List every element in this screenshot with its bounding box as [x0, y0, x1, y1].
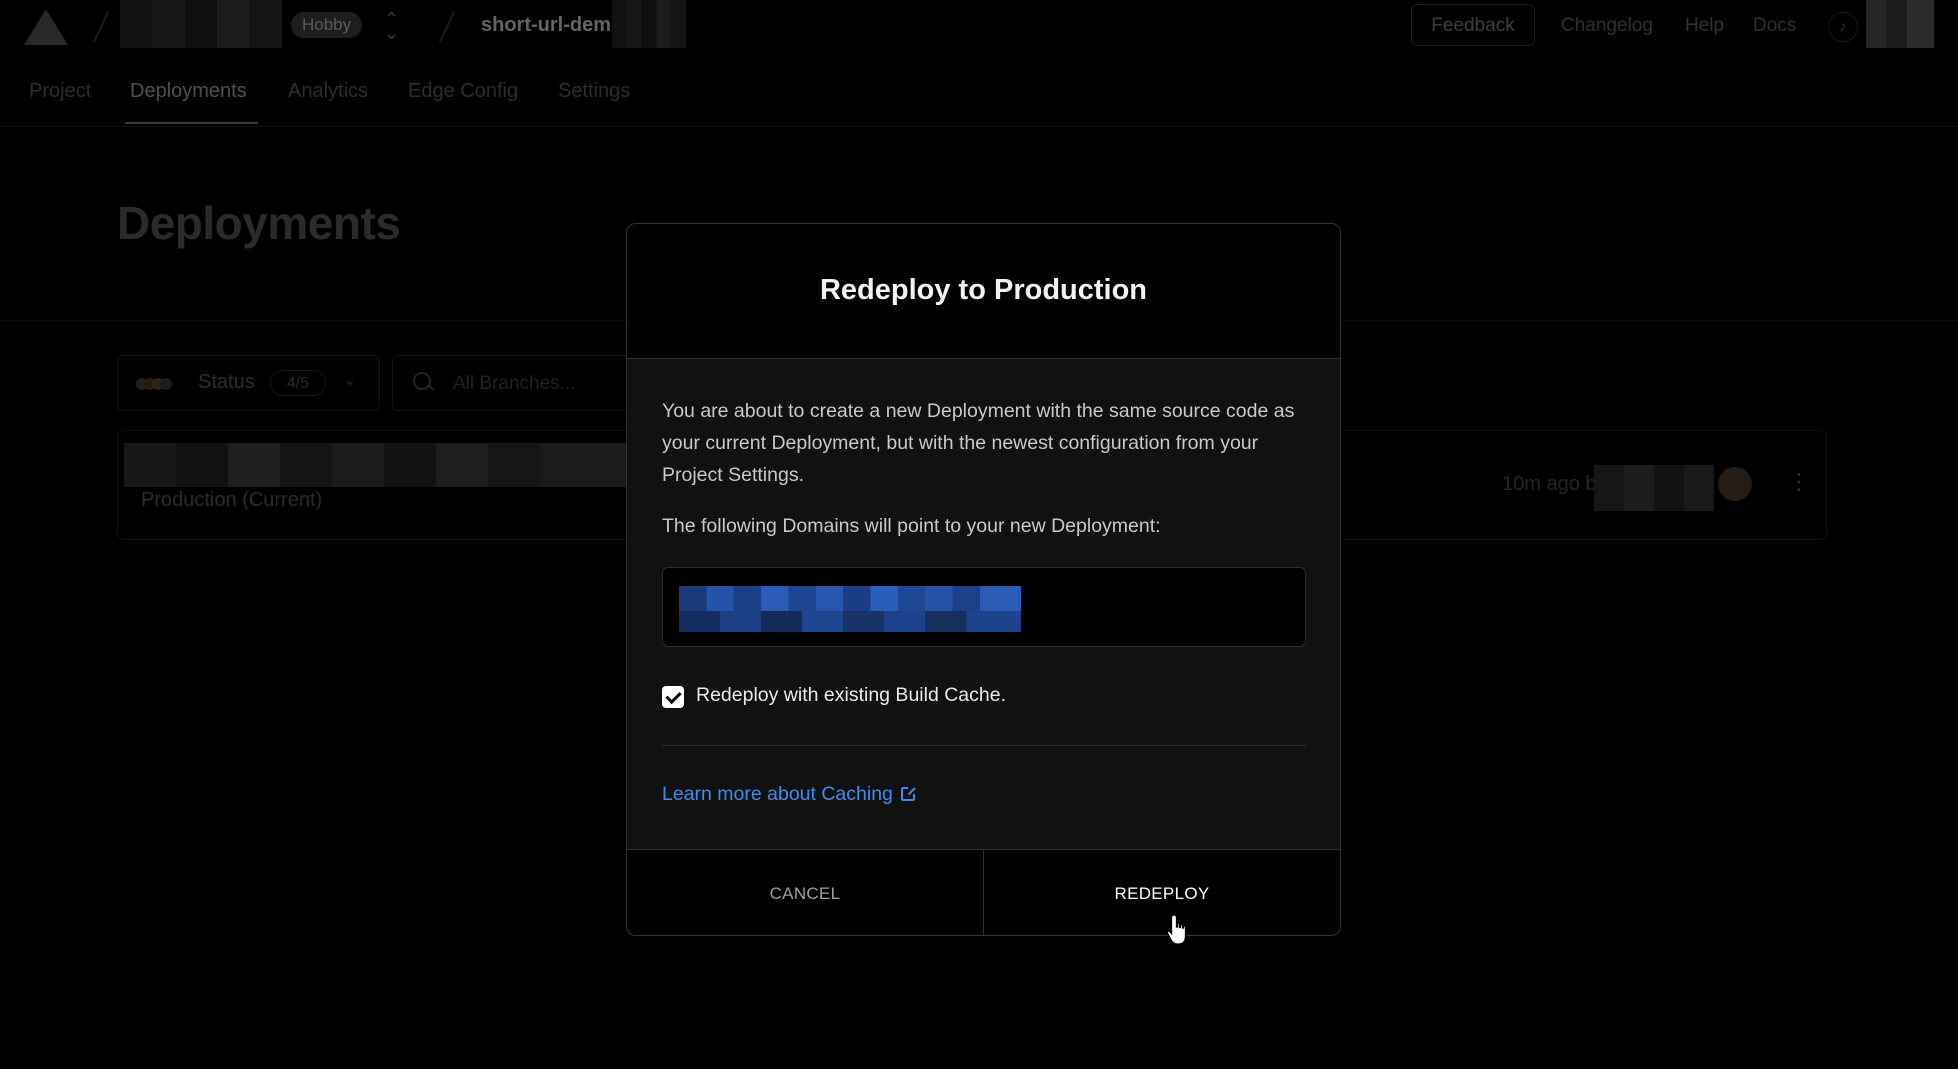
external-link-icon — [900, 785, 917, 801]
build-cache-checkbox[interactable] — [662, 686, 684, 708]
dialog-title: Redeploy to Production — [819, 274, 1148, 306]
domain-list — [662, 567, 1306, 647]
domain-redacted — [679, 586, 1021, 632]
dialog-header: Redeploy to Production — [627, 224, 1340, 359]
learn-more-caching-link[interactable]: Learn more about Caching — [662, 783, 917, 806]
build-cache-label[interactable]: Redeploy with existing Build Cache. — [696, 684, 1006, 707]
dialog-body: You are about to create a new Deployment… — [627, 359, 1340, 849]
dialog-description: You are about to create a new Deployment… — [662, 400, 1295, 486]
learn-more-label: Learn more about Caching — [662, 783, 893, 805]
hand-cursor-icon — [1166, 914, 1187, 945]
dialog-divider — [662, 745, 1306, 746]
redeploy-button[interactable]: REDEPLOY — [984, 850, 1340, 935]
domains-label: The following Domains will point to your… — [662, 515, 1161, 537]
cancel-button[interactable]: CANCEL — [627, 850, 984, 935]
redeploy-dialog: Redeploy to Production You are about to … — [626, 223, 1341, 936]
dialog-footer: CANCEL REDEPLOY — [627, 849, 1340, 935]
